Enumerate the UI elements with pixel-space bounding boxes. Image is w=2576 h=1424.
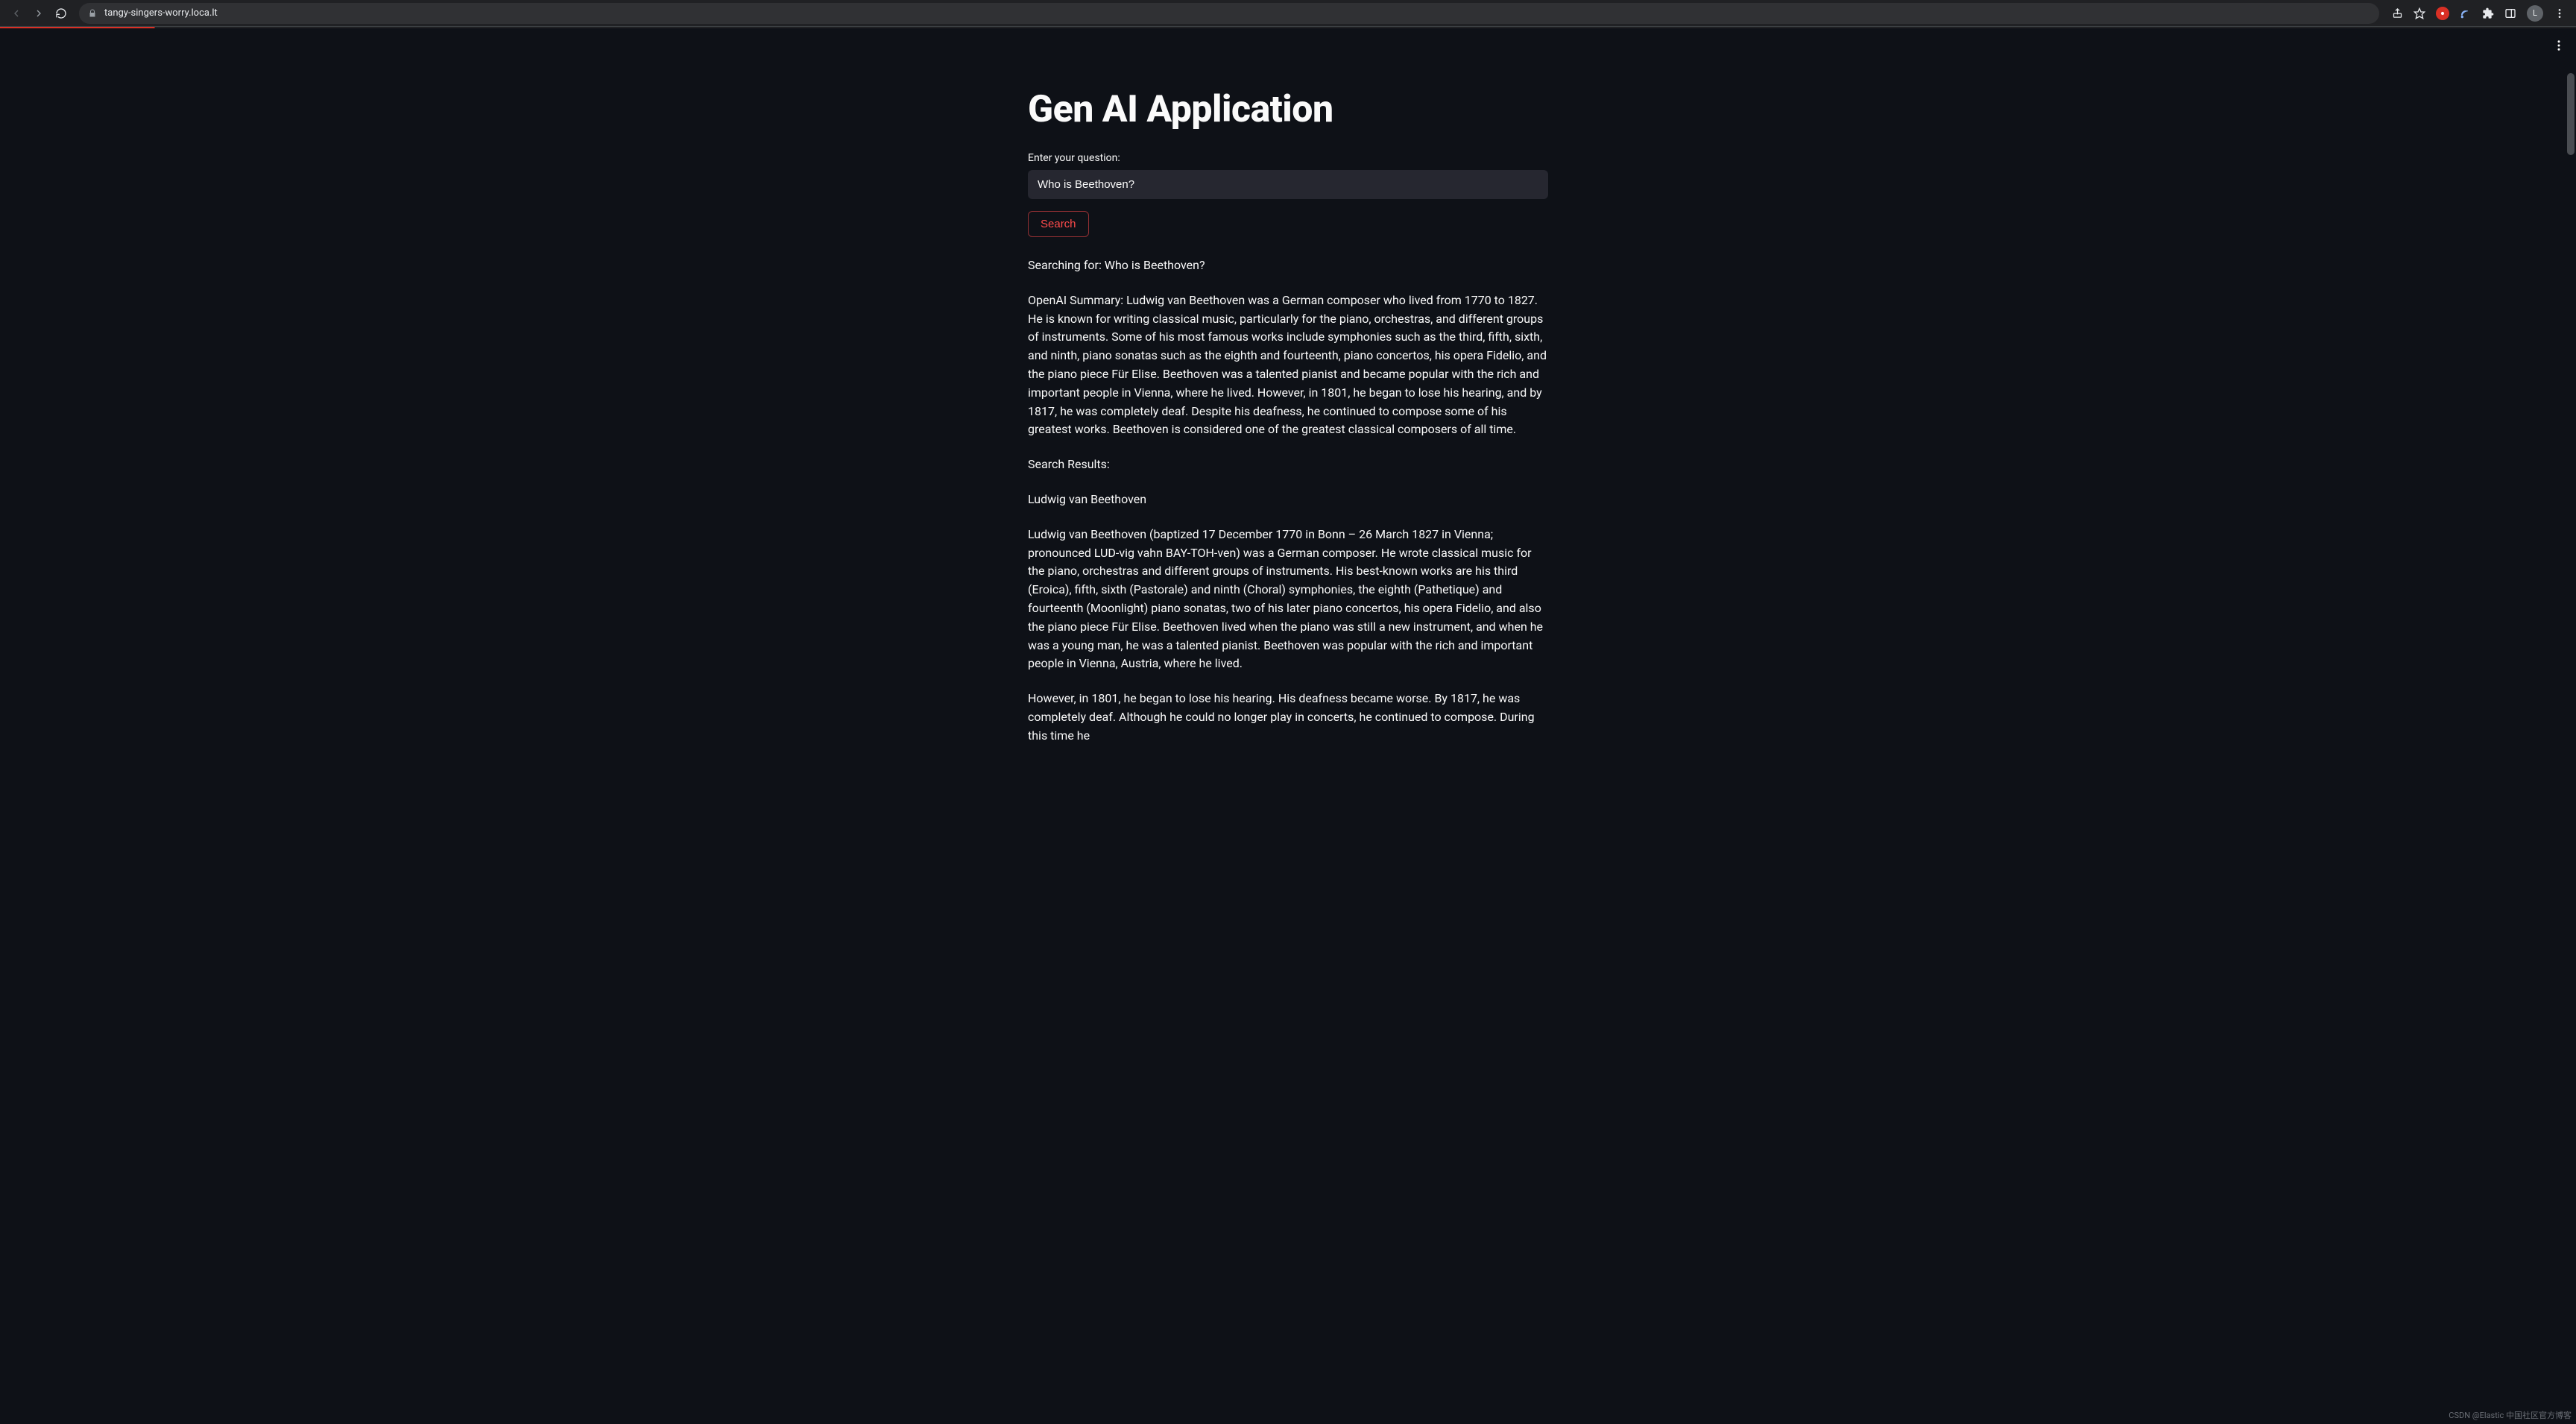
result-title: Ludwig van Beethoven (1028, 491, 1548, 509)
toolbar-right: L (2387, 5, 2570, 22)
result-body-2: However, in 1801, he began to lose his h… (1028, 690, 1548, 745)
url-text: tangy-singers-worry.loca.lt (104, 7, 218, 19)
scrollbar-thumb[interactable] (2567, 73, 2575, 155)
forward-button[interactable] (33, 7, 45, 19)
summary-text: OpenAI Summary: Ludwig van Beethoven was… (1028, 292, 1548, 439)
page-viewport: Gen AI Application Enter your question: … (0, 28, 2576, 1424)
back-button[interactable] (10, 7, 22, 19)
watermark-text: CSDN @Elastic 中国社区官方博客 (2449, 1409, 2572, 1421)
browser-toolbar: tangy-singers-worry.loca.lt L (0, 0, 2576, 27)
results-heading: Search Results: (1028, 456, 1548, 474)
question-input[interactable] (1028, 170, 1548, 199)
browser-menu-icon[interactable] (2554, 7, 2566, 19)
bookmark-star-icon[interactable] (2414, 7, 2425, 19)
main-content: Gen AI Application Enter your question: … (1016, 28, 1560, 746)
avatar-letter: L (2533, 8, 2537, 18)
page-title: Gen AI Application (1028, 88, 1548, 131)
reload-button[interactable] (55, 7, 67, 19)
panel-toggle-icon[interactable] (2504, 7, 2516, 19)
searching-for-text: Searching for: Who is Beethoven? (1028, 256, 1548, 275)
address-bar[interactable]: tangy-singers-worry.loca.lt (79, 3, 2379, 24)
lock-icon (88, 9, 97, 18)
extensions-puzzle-icon[interactable] (2482, 7, 2494, 19)
share-icon[interactable] (2391, 7, 2403, 19)
scrollbar-track[interactable] (2566, 28, 2576, 1424)
app-hamburger-menu[interactable] (2552, 39, 2566, 52)
search-button[interactable]: Search (1028, 211, 1089, 237)
extension-badge-icon[interactable] (2436, 7, 2449, 20)
question-label: Enter your question: (1028, 152, 1548, 164)
extension-wave-icon[interactable] (2460, 7, 2472, 19)
profile-avatar[interactable]: L (2527, 5, 2543, 22)
result-body-1: Ludwig van Beethoven (baptized 17 Decemb… (1028, 526, 1548, 673)
nav-controls (6, 7, 72, 19)
